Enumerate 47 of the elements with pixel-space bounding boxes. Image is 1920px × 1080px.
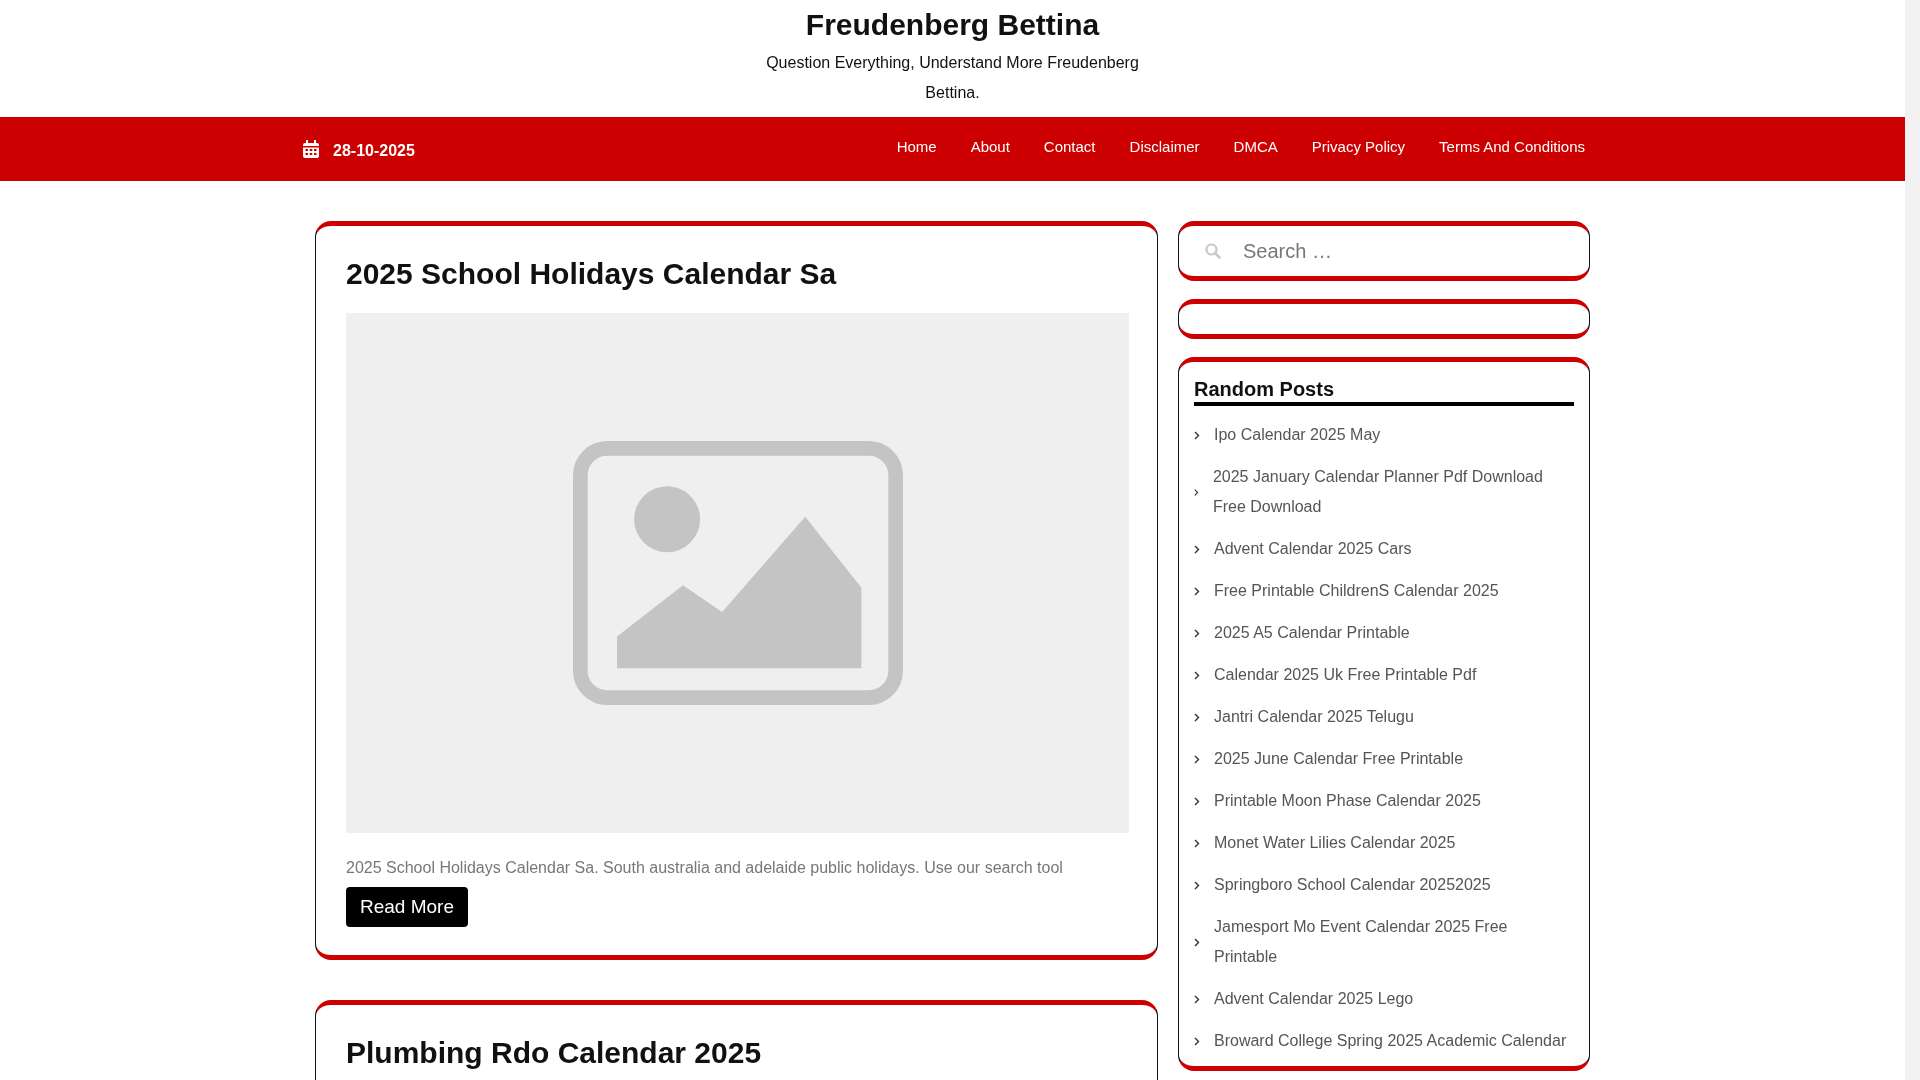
post-link[interactable]: Jamesport Mo Event Calendar 2025 Free Printable bbox=[1214, 912, 1574, 972]
chevron-right-icon bbox=[1194, 670, 1200, 680]
chevron-right-icon bbox=[1194, 994, 1200, 1004]
chevron-right-icon bbox=[1194, 430, 1200, 440]
chevron-right-icon bbox=[1194, 1036, 1200, 1046]
chevron-right-icon bbox=[1194, 838, 1200, 848]
nav-link[interactable]: Home bbox=[879, 137, 954, 155]
chevron-right-icon bbox=[1194, 586, 1200, 596]
post-link[interactable]: 2025 January Calendar Planner Pdf Download Free Download bbox=[1212, 462, 1574, 522]
nav-link[interactable]: About bbox=[953, 137, 1027, 155]
post-link[interactable]: Broward College Spring 2025 Academic Calendar bbox=[1214, 1026, 1567, 1056]
chevron-right-icon bbox=[1194, 796, 1200, 806]
post-link[interactable]: Advent Calendar 2025 Cars bbox=[1214, 534, 1412, 564]
search-field[interactable]: Search … bbox=[1178, 221, 1590, 281]
post-link[interactable]: Jantri Calendar 2025 Telugu bbox=[1214, 702, 1414, 732]
chevron-right-icon bbox=[1194, 628, 1200, 638]
image-icon bbox=[572, 441, 903, 705]
widget-title: Random Posts bbox=[1194, 376, 1574, 406]
chevron-right-icon bbox=[1194, 754, 1200, 764]
nav-link[interactable]: Disclaimer bbox=[1112, 137, 1217, 155]
nav-link[interactable]: Contact bbox=[1026, 137, 1113, 155]
post-link[interactable]: 2025 A5 Calendar Printable bbox=[1214, 618, 1410, 648]
site-tagline: Question Everything, Understand More Freudenberg Bettina. bbox=[765, 53, 1140, 103]
post-link[interactable]: Printable Moon Phase Calendar 2025 bbox=[1214, 786, 1481, 816]
post-link[interactable]: Monet Water Lilies Calendar 2025 bbox=[1214, 828, 1456, 858]
nav-link[interactable]: Privacy Policy bbox=[1294, 137, 1423, 155]
search-icon bbox=[1205, 243, 1221, 259]
nav-link[interactable]: Terms And Conditions bbox=[1422, 137, 1585, 155]
post-excerpt: 2025 School Holidays Calendar Sa. South australia and adelaide public holidays. Use our search tool bbox=[346, 859, 1064, 877]
read-more-button[interactable]: Read More bbox=[346, 887, 468, 927]
date-text: 28-10-2025 bbox=[333, 142, 415, 160]
post-link[interactable]: Advent Calendar 2025 Lego bbox=[1214, 984, 1414, 1014]
post-link[interactable]: Calendar 2025 Uk Free Printable Pdf bbox=[1214, 660, 1477, 690]
chevron-right-icon bbox=[1194, 880, 1200, 890]
post-link[interactable]: 2025 June Calendar Free Printable bbox=[1214, 744, 1464, 774]
post-title[interactable]: Plumbing Rdo Calendar 2025 bbox=[346, 1033, 1127, 1073]
post-link[interactable]: Springboro School Calendar 20252025 bbox=[1214, 870, 1491, 900]
calendar-icon bbox=[303, 140, 319, 158]
chevron-right-icon bbox=[1194, 487, 1199, 497]
chevron-right-icon bbox=[1194, 544, 1200, 554]
chevron-right-icon bbox=[1194, 937, 1200, 947]
site-title[interactable]: Freudenberg Bettina bbox=[805, 6, 1100, 44]
chevron-right-icon bbox=[1194, 712, 1200, 722]
post-link[interactable]: Ipo Calendar 2025 May bbox=[1214, 420, 1381, 450]
post-title[interactable]: 2025 School Holidays Calendar Sa bbox=[346, 254, 1127, 294]
nav-link[interactable]: DMCA bbox=[1216, 137, 1295, 155]
post-link[interactable]: Free Printable ChildrenS Calendar 2025 bbox=[1214, 576, 1499, 606]
